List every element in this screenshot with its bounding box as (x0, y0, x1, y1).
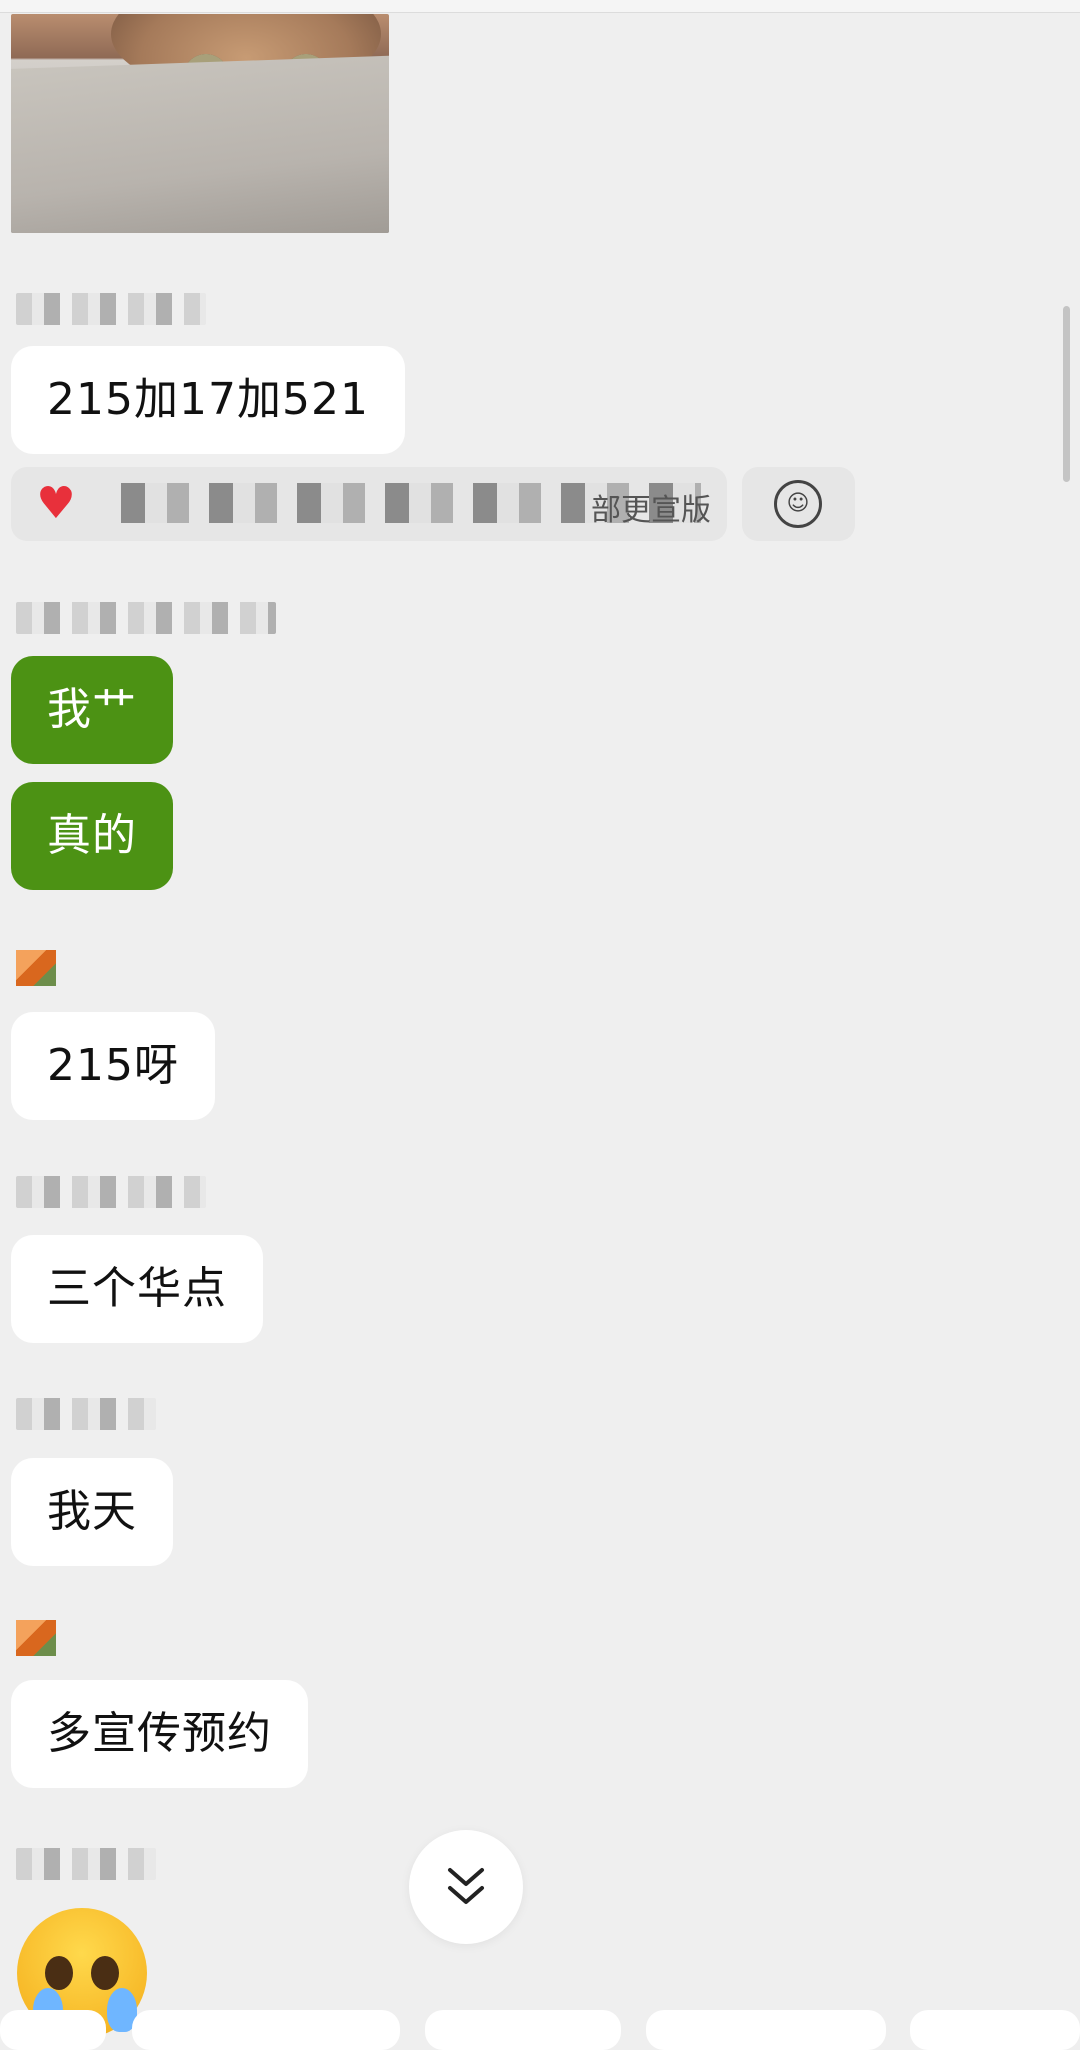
sender-name-redacted (16, 293, 206, 325)
message-bubble-own[interactable]: 真的 (11, 782, 173, 890)
message-bubble-own[interactable]: 我艹 (11, 656, 173, 764)
quick-action-chip[interactable] (0, 2010, 106, 2050)
sender-avatar-redacted (16, 1620, 56, 1656)
cat-photo-message[interactable] (11, 14, 389, 233)
quick-action-chip[interactable] (132, 2010, 400, 2050)
sender-name-redacted (16, 1848, 156, 1880)
sticker-eye-right (91, 1956, 119, 1990)
message-bubble[interactable]: 多宣传预约 (11, 1680, 308, 1788)
quick-action-chip[interactable] (910, 2010, 1080, 2050)
quick-action-chip[interactable] (425, 2010, 621, 2050)
reply-preview-text: 部更宣版 (591, 493, 711, 528)
sender-name-redacted (16, 602, 276, 634)
message-bubble[interactable]: 215呀 (11, 1012, 215, 1120)
emoji-reaction-button[interactable]: ☺ (742, 467, 855, 541)
heart-icon: ♥ (36, 478, 76, 529)
message-bubble[interactable]: 三个华点 (11, 1235, 263, 1343)
scroll-to-bottom-button[interactable] (409, 1830, 523, 1944)
quick-action-chip[interactable] (646, 2010, 886, 2050)
message-bubble[interactable]: 我天 (11, 1458, 173, 1566)
chat-message-list[interactable]: 215加17加521 ♥ 部更宣版 ☺ 我艹 真的 215呀 三个华点 我天 多… (0, 0, 1080, 2038)
sender-name-redacted (16, 1176, 206, 1208)
sticker-eye-left (45, 1956, 73, 1990)
emoji-face-icon: ☺ (774, 480, 822, 528)
sender-avatar-redacted (16, 950, 56, 986)
quoted-reply-preview[interactable]: ♥ 部更宣版 (11, 467, 727, 541)
scrollbar-thumb[interactable] (1063, 306, 1070, 482)
double-chevron-down-icon (448, 1868, 484, 1904)
sender-name-redacted (16, 1398, 156, 1430)
message-bubble[interactable]: 215加17加521 (11, 346, 405, 454)
quick-action-bar (0, 2010, 1080, 2050)
cardboard-box (11, 54, 389, 233)
